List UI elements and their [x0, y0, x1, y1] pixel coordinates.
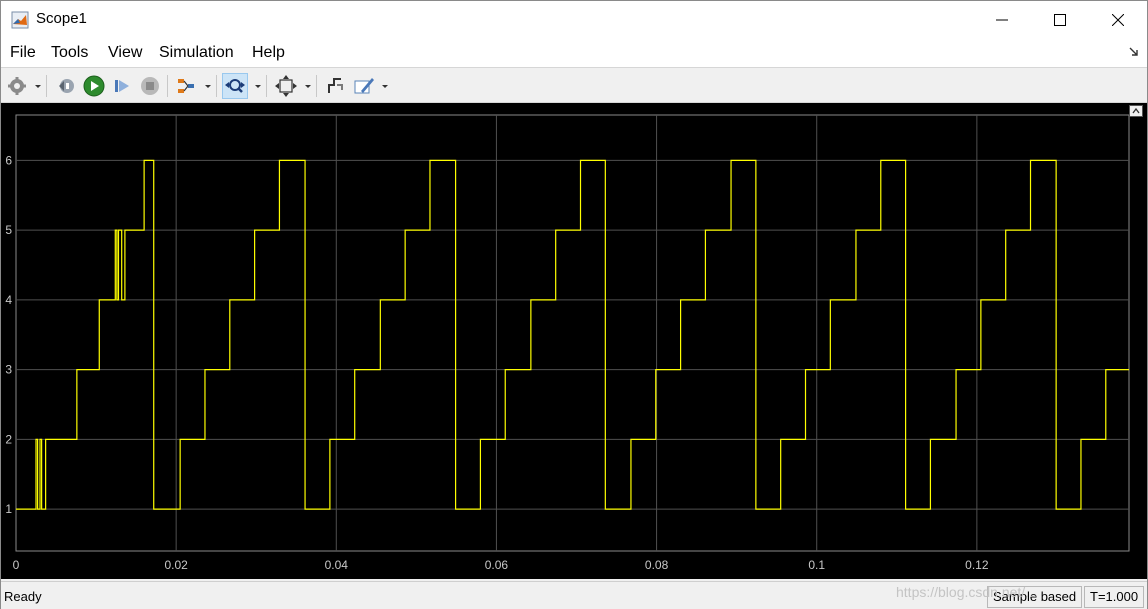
- close-button[interactable]: [1089, 1, 1147, 39]
- status-sim-time: T=1.000: [1084, 586, 1145, 608]
- minimize-icon: [996, 19, 1008, 21]
- y-tick-label: 2: [5, 432, 12, 446]
- chevron-down-icon[interactable]: [381, 82, 389, 90]
- menu-bar: File Tools View Simulation Help: [1, 39, 1147, 67]
- y-tick-label: 6: [5, 153, 12, 167]
- cursor-measure-icon: [328, 78, 343, 93]
- x-tick-label: 0.12: [965, 558, 989, 572]
- settings-button[interactable]: [4, 73, 30, 99]
- style-pen-icon: [354, 78, 374, 94]
- signal-routing-icon: [178, 79, 194, 93]
- y-tick-label: 4: [5, 293, 12, 307]
- toolbar-separator: [316, 75, 317, 97]
- toolbar-separator: [46, 75, 47, 97]
- maximize-icon: [1054, 14, 1066, 26]
- maximize-button[interactable]: [1031, 1, 1089, 39]
- x-tick-label: 0.04: [325, 558, 349, 572]
- title-bar[interactable]: Scope1: [1, 1, 1147, 39]
- stop-button[interactable]: [137, 73, 163, 99]
- y-tick-label: 1: [5, 502, 12, 516]
- fit-axes-icon: [275, 75, 297, 97]
- zoom-icon: [225, 79, 245, 93]
- menu-file[interactable]: File: [10, 44, 36, 62]
- window-title: Scope1: [36, 10, 87, 27]
- y-tick-label: 5: [5, 223, 12, 237]
- toolbar-separator: [167, 75, 168, 97]
- zoom-button[interactable]: [222, 73, 248, 99]
- watermark: https://blog.csdn.net/...: [896, 584, 1037, 600]
- toolbar-separator: [216, 75, 217, 97]
- minimize-button[interactable]: [973, 1, 1031, 39]
- status-state: Ready: [4, 589, 42, 604]
- matlab-logo-icon: [11, 11, 29, 29]
- x-tick-label: 0.02: [164, 558, 188, 572]
- close-icon: [1112, 14, 1124, 26]
- scope-plot[interactable]: 0 0.02 0.04 0.06 0.08 0.1 0.12 1 2 3 4 5 6: [1, 103, 1147, 579]
- menu-simulation[interactable]: Simulation: [159, 44, 234, 62]
- chevron-down-icon[interactable]: [204, 82, 212, 90]
- cursor-measure-button[interactable]: [322, 73, 348, 99]
- undock-axes-icon[interactable]: [1129, 105, 1143, 117]
- run-button[interactable]: [81, 73, 107, 99]
- gear-icon: [8, 77, 26, 95]
- menu-tools[interactable]: Tools: [51, 44, 88, 62]
- menu-help[interactable]: Help: [252, 44, 285, 62]
- fit-axes-button[interactable]: [273, 73, 299, 99]
- y-tick-label: 3: [5, 363, 12, 377]
- step-back-icon: [59, 79, 74, 93]
- plot-area: [15, 114, 1130, 552]
- x-tick-label: 0.06: [485, 558, 509, 572]
- stop-icon: [141, 77, 159, 95]
- chevron-down-icon[interactable]: [34, 82, 42, 90]
- style-button[interactable]: [351, 73, 377, 99]
- signal-routing-button[interactable]: [173, 73, 199, 99]
- x-tick-label: 0.08: [645, 558, 669, 572]
- run-icon: [83, 75, 105, 97]
- chevron-down-icon[interactable]: [304, 82, 312, 90]
- x-tick-label: 0: [13, 558, 20, 572]
- scope-window: Scope1 File Tools View Simulation Help 0…: [0, 0, 1148, 609]
- step-forward-button[interactable]: [109, 73, 135, 99]
- toolbar: [1, 67, 1147, 103]
- step-forward-icon: [115, 80, 129, 92]
- toolbar-separator: [266, 75, 267, 97]
- dock-arrow-icon[interactable]: [1129, 47, 1139, 57]
- menu-view[interactable]: View: [108, 44, 142, 62]
- step-back-button[interactable]: [53, 73, 79, 99]
- chevron-down-icon[interactable]: [254, 82, 262, 90]
- x-tick-label: 0.1: [808, 558, 825, 572]
